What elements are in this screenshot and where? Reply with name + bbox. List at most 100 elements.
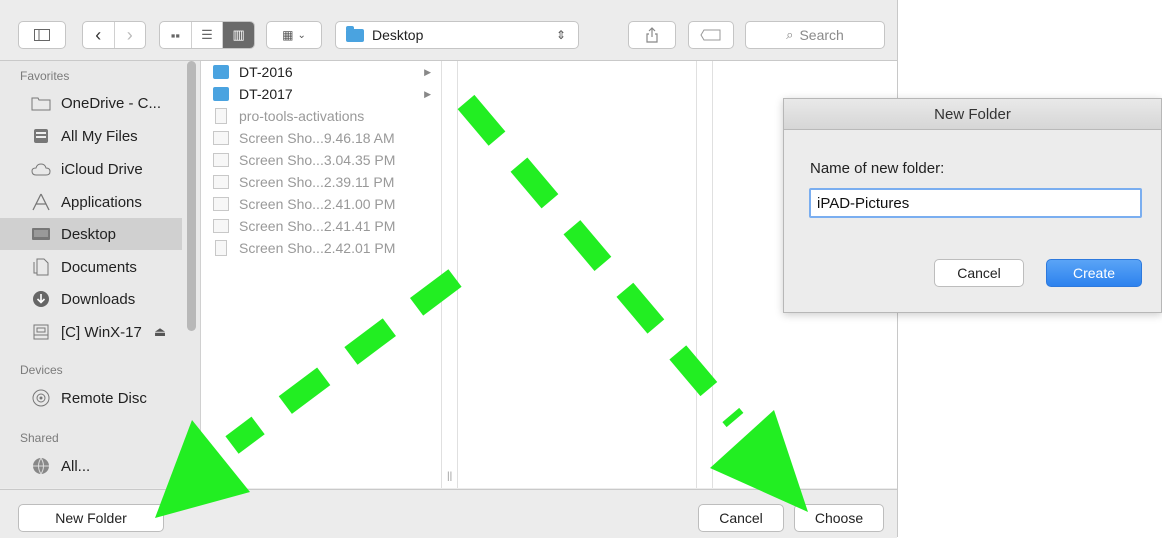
list-item[interactable]: Screen Sho...3.04.35 PM [213, 149, 435, 171]
file-name: pro-tools-activations [239, 108, 365, 124]
sidebar-item-label: [C] WinX-17 [61, 323, 142, 341]
folder-icon [213, 65, 229, 79]
column-divider [697, 61, 713, 488]
image-file-icon [213, 131, 229, 145]
view-mode-selector: ▪▪ ☰ ▥ [159, 21, 255, 49]
arrange-grid-icon: ▦ [282, 28, 294, 42]
back-button[interactable]: ‹ [83, 22, 115, 48]
tag-icon [700, 29, 721, 41]
folder-icon [30, 94, 52, 112]
columns-icon: ▥ [232, 27, 245, 42]
column-resize-handle[interactable]: || [447, 471, 452, 482]
file-name: DT-2016 [239, 64, 293, 80]
sidebar-item-label: All... [61, 457, 91, 475]
icon-view-button[interactable]: ▪▪ [160, 22, 192, 48]
sidebar-item-label: Applications [61, 193, 142, 211]
file-name: Screen Sho...3.04.35 PM [239, 152, 396, 168]
sidebar-heading-favorites: Favorites [20, 69, 70, 83]
image-file-icon [213, 197, 229, 211]
document-icon [215, 108, 227, 124]
cancel-button[interactable]: Cancel [698, 504, 784, 532]
sidebar-heading-devices: Devices [20, 363, 63, 377]
location-popup[interactable]: Desktop ⇕ [335, 21, 579, 49]
sidebar-item-label: iCloud Drive [61, 160, 143, 178]
download-icon [30, 290, 52, 308]
network-icon [30, 457, 52, 475]
chevron-down-icon: ⌄ [297, 29, 306, 41]
list-item[interactable]: Screen Sho...2.41.00 PM [213, 193, 435, 215]
cloud-icon [30, 160, 52, 178]
sidebar-item-remote-disc[interactable]: Remote Disc [0, 382, 182, 414]
file-name: Screen Sho...2.39.11 PM [239, 174, 395, 190]
sidebar: Favorites OneDrive - C... All My Files i… [0, 61, 201, 488]
empty-column [458, 61, 697, 488]
grid-icon: ▪▪ [170, 27, 180, 43]
file-name: Screen Sho...2.42.01 PM [239, 240, 396, 256]
share-icon [646, 27, 658, 43]
sidebar-item-onedrive[interactable]: OneDrive - C... [0, 87, 182, 119]
new-folder-button[interactable]: New Folder [18, 504, 164, 532]
toolbar: ‹ › ▪▪ ☰ ▥ ▦ ⌄ Desktop ⇕ ⌕ Search [0, 0, 897, 61]
arrange-button[interactable]: ▦ ⌄ [266, 21, 322, 49]
nav-buttons: ‹ › [82, 21, 146, 49]
share-button[interactable] [628, 21, 676, 49]
bottom-bar: New Folder Cancel Choose [0, 489, 897, 538]
chevron-right-icon: › [126, 24, 133, 45]
sidebar-item-desktop[interactable]: Desktop [0, 218, 182, 250]
sidebar-item-label: Remote Disc [61, 389, 147, 407]
sidebar-item-documents[interactable]: Documents [0, 251, 182, 283]
sidebar-item-applications[interactable]: Applications [0, 186, 182, 218]
column-divider [442, 61, 458, 488]
list-item[interactable]: pro-tools-activations [213, 105, 435, 127]
image-file-icon [213, 153, 229, 167]
list-item[interactable]: DT-2017 ▶ [213, 83, 435, 105]
sidebar-heading-shared: Shared [20, 431, 59, 445]
column-view-button[interactable]: ▥ [223, 22, 254, 48]
disc-icon [30, 389, 52, 407]
folder-name-label: Name of new folder: [810, 160, 945, 177]
sidebar-scrollbar[interactable] [187, 61, 196, 331]
open-dialog: ‹ › ▪▪ ☰ ▥ ▦ ⌄ Desktop ⇕ ⌕ Search Favori [0, 0, 898, 538]
image-file-icon [213, 219, 229, 233]
choose-button[interactable]: Choose [794, 504, 884, 532]
search-field[interactable]: ⌕ Search [745, 21, 885, 49]
location-label: Desktop [372, 27, 424, 43]
sidebar-item-label: Desktop [61, 225, 117, 243]
list-view-button[interactable]: ☰ [192, 22, 224, 48]
sidebar-item-downloads[interactable]: Downloads [0, 283, 182, 315]
list-item[interactable]: Screen Sho...2.42.01 PM [213, 237, 435, 259]
disclosure-arrow-icon: ▶ [424, 88, 431, 99]
eject-icon[interactable]: ⏏ [154, 324, 166, 340]
sidebar-item-label: All My Files [61, 127, 138, 145]
file-name: Screen Sho...2.41.41 PM [239, 218, 396, 234]
file-column: DT-2016 ▶ DT-2017 ▶ pro-tools-activation… [201, 61, 442, 488]
new-folder-dialog: New Folder Name of new folder: Cancel Cr… [783, 98, 1162, 313]
image-file-icon [213, 175, 229, 189]
file-name: Screen Sho...2.41.00 PM [239, 196, 396, 212]
search-placeholder: Search [799, 27, 844, 43]
sidebar-item-icloud-drive[interactable]: iCloud Drive [0, 153, 182, 185]
disclosure-arrow-icon: ▶ [424, 66, 431, 77]
folder-name-input[interactable] [809, 188, 1142, 218]
list-item[interactable]: Screen Sho...2.41.41 PM [213, 215, 435, 237]
updown-chevron-icon: ⇕ [555, 28, 566, 42]
sidebar-item-winx[interactable]: [C] WinX-17 ⏏ [0, 316, 182, 348]
documents-icon [30, 258, 52, 276]
dialog-cancel-button[interactable]: Cancel [934, 259, 1024, 287]
forward-button[interactable]: › [115, 22, 146, 48]
folder-icon [213, 87, 229, 101]
list-item[interactable]: Screen Sho...9.46.18 AM [213, 127, 435, 149]
create-button[interactable]: Create [1046, 259, 1142, 287]
sidebar-toggle-button[interactable] [18, 21, 66, 49]
search-icon: ⌕ [786, 27, 794, 42]
sidebar-item-shared-all[interactable]: All... [0, 450, 182, 482]
all-files-icon [30, 127, 52, 145]
tags-button[interactable] [688, 21, 734, 49]
list-item[interactable]: Screen Sho...2.39.11 PM [213, 171, 435, 193]
file-name: Screen Sho...9.46.18 AM [239, 130, 395, 146]
list-item[interactable]: DT-2016 ▶ [213, 61, 435, 83]
disk-icon [30, 323, 52, 341]
sidebar-item-all-my-files[interactable]: All My Files [0, 120, 182, 152]
folder-icon [346, 25, 364, 42]
list-icon: ☰ [201, 27, 213, 42]
